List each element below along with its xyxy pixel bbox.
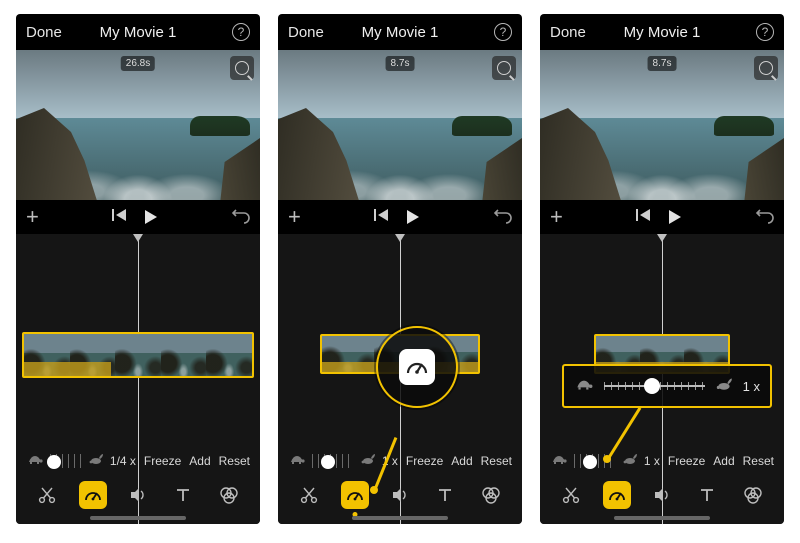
skip-start-button[interactable] bbox=[636, 208, 652, 227]
add-speed-range-button[interactable]: Add bbox=[713, 454, 734, 468]
add-speed-range-button[interactable]: Add bbox=[451, 454, 472, 468]
zoom-button[interactable] bbox=[492, 56, 516, 80]
scissors-tool[interactable] bbox=[33, 481, 61, 509]
rabbit-icon bbox=[360, 452, 376, 470]
video-clip[interactable] bbox=[22, 332, 254, 378]
volume-tool[interactable] bbox=[124, 481, 152, 509]
filters-tool[interactable] bbox=[739, 481, 767, 509]
magnifier-icon bbox=[235, 61, 249, 75]
skip-start-button[interactable] bbox=[374, 208, 390, 227]
magnifier-icon bbox=[497, 61, 511, 75]
play-button[interactable] bbox=[668, 209, 682, 225]
skip-start-button[interactable] bbox=[112, 208, 128, 227]
undo-button[interactable] bbox=[756, 207, 774, 228]
callout-speed-slider: 1 x bbox=[562, 364, 772, 408]
help-button[interactable]: ? bbox=[232, 23, 250, 41]
speedometer-tool[interactable] bbox=[603, 481, 631, 509]
text-tool[interactable] bbox=[431, 481, 459, 509]
done-button[interactable]: Done bbox=[550, 24, 586, 41]
speed-readout: 1 x bbox=[644, 454, 660, 468]
speed-slider[interactable] bbox=[312, 454, 354, 468]
home-indicator bbox=[614, 516, 710, 520]
add-speed-range-button[interactable]: Add bbox=[189, 454, 210, 468]
done-button[interactable]: Done bbox=[288, 24, 324, 41]
freeze-button[interactable]: Freeze bbox=[406, 454, 443, 468]
speed-slider[interactable] bbox=[50, 454, 82, 468]
reset-button[interactable]: Reset bbox=[481, 454, 512, 468]
filters-tool[interactable] bbox=[477, 481, 505, 509]
preview-area[interactable]: 26.8s bbox=[16, 50, 260, 200]
reset-button[interactable]: Reset bbox=[219, 454, 250, 468]
callout-dot bbox=[603, 455, 611, 463]
volume-tool[interactable] bbox=[648, 481, 676, 509]
scissors-tool[interactable] bbox=[557, 481, 585, 509]
duration-badge: 8.7s bbox=[648, 56, 677, 71]
rabbit-icon bbox=[715, 376, 733, 396]
speedometer-icon bbox=[399, 349, 435, 385]
zoom-button[interactable] bbox=[754, 56, 778, 80]
turtle-icon bbox=[574, 377, 594, 396]
turtle-icon bbox=[288, 452, 306, 470]
duration-badge: 8.7s bbox=[386, 56, 415, 71]
preview-area[interactable]: 8.7s bbox=[278, 50, 522, 200]
add-media-button[interactable]: + bbox=[550, 204, 563, 230]
undo-button[interactable] bbox=[232, 207, 250, 228]
filters-tool[interactable] bbox=[215, 481, 243, 509]
add-media-button[interactable]: + bbox=[288, 204, 301, 230]
home-indicator bbox=[352, 516, 448, 520]
turtle-icon bbox=[550, 452, 568, 470]
play-button[interactable] bbox=[406, 209, 420, 225]
zoom-button[interactable] bbox=[230, 56, 254, 80]
volume-tool[interactable] bbox=[386, 481, 414, 509]
timeline[interactable]: 1/4 x Freeze Add Reset bbox=[16, 234, 260, 524]
home-indicator bbox=[90, 516, 186, 520]
speed-readout: 1/4 x bbox=[110, 454, 136, 468]
speed-slider-knob[interactable] bbox=[321, 455, 335, 469]
freeze-button[interactable]: Freeze bbox=[144, 454, 181, 468]
magnifier-icon bbox=[759, 61, 773, 75]
rabbit-icon bbox=[88, 452, 104, 470]
speedometer-tool[interactable] bbox=[341, 481, 369, 509]
phone-panel-1: Done My Movie 1 ? 26.8s + bbox=[16, 14, 260, 524]
callout-speedometer bbox=[376, 326, 458, 408]
duration-badge: 26.8s bbox=[121, 56, 155, 71]
text-tool[interactable] bbox=[693, 481, 721, 509]
preview-area[interactable]: 8.7s bbox=[540, 50, 784, 200]
callout-dot bbox=[370, 486, 378, 494]
phone-panel-3: Done My Movie 1 ? 8.7s + bbox=[540, 14, 784, 524]
play-button[interactable] bbox=[144, 209, 158, 225]
rabbit-icon bbox=[622, 452, 638, 470]
turtle-icon bbox=[26, 452, 44, 470]
help-button[interactable]: ? bbox=[756, 23, 774, 41]
help-button[interactable]: ? bbox=[494, 23, 512, 41]
callout-speed-readout: 1 x bbox=[743, 379, 760, 394]
callout-slider-knob bbox=[644, 378, 660, 394]
speed-slider-knob[interactable] bbox=[583, 455, 597, 469]
add-media-button[interactable]: + bbox=[26, 204, 39, 230]
phone-panel-2: Done My Movie 1 ? 8.7s + bbox=[278, 14, 522, 524]
speedometer-tool[interactable] bbox=[79, 481, 107, 509]
reset-button[interactable]: Reset bbox=[743, 454, 774, 468]
text-tool[interactable] bbox=[169, 481, 197, 509]
speed-slider-knob[interactable] bbox=[47, 455, 61, 469]
undo-button[interactable] bbox=[494, 207, 512, 228]
speed-range-overlay bbox=[24, 362, 111, 376]
scissors-tool[interactable] bbox=[295, 481, 323, 509]
done-button[interactable]: Done bbox=[26, 24, 62, 41]
freeze-button[interactable]: Freeze bbox=[668, 454, 705, 468]
